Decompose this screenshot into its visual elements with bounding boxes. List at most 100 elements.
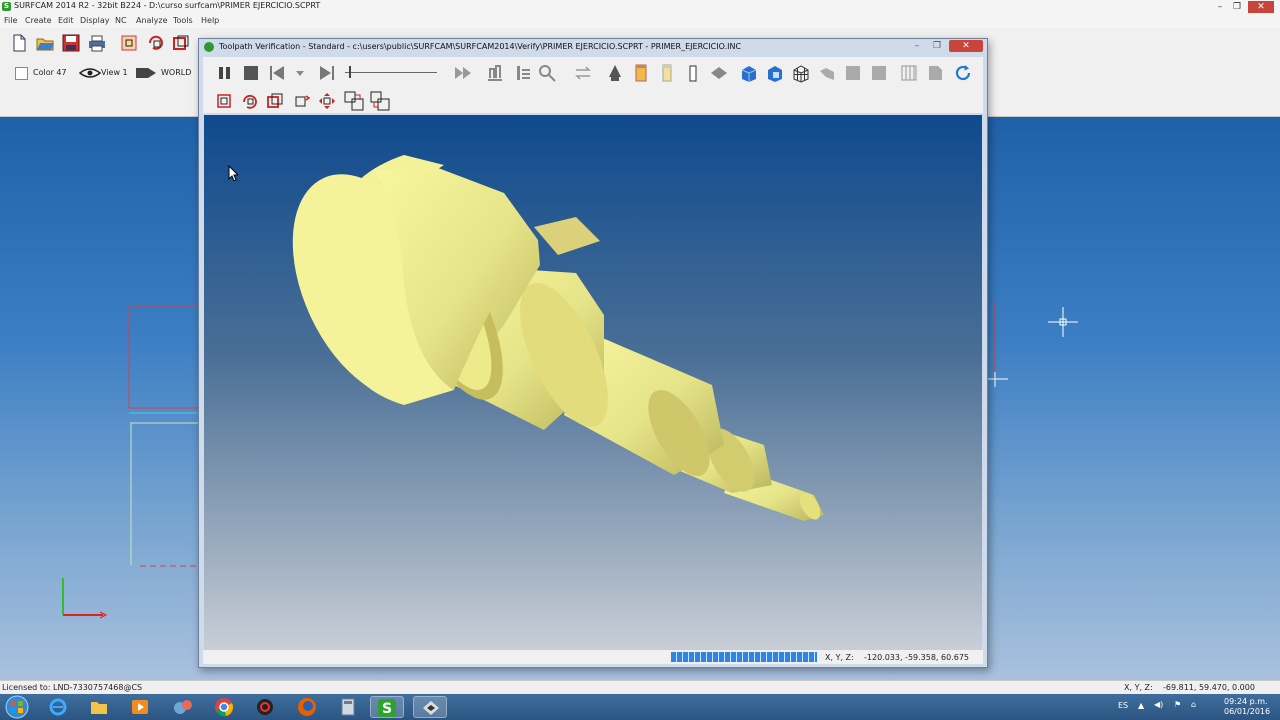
firefox-icon[interactable]	[297, 697, 317, 717]
app-title: SURFCAM 2014 R2 - 32bit B224 - D:\curso …	[14, 1, 321, 10]
rewind-icon[interactable]	[267, 63, 287, 83]
network-tray-icon[interactable]: ⌂	[1191, 700, 1196, 709]
save-icon[interactable]	[61, 33, 81, 53]
flag-icon[interactable]: ⚑	[1174, 700, 1181, 709]
surfcam-taskbar-button[interactable]: S	[370, 696, 404, 718]
section-cube-icon[interactable]	[765, 63, 785, 83]
network-icon[interactable]	[172, 697, 194, 717]
verification-toolbar	[203, 57, 983, 113]
flip-cube-icon[interactable]	[817, 63, 837, 83]
menu-file[interactable]: File	[4, 16, 17, 25]
color-label[interactable]: Color 47	[33, 68, 67, 77]
rotate-icon[interactable]	[241, 92, 259, 110]
view-eye-icon[interactable]	[79, 66, 101, 80]
file-explorer-icon[interactable]	[89, 697, 109, 717]
taskbar: S ES ▲ ◀) ⚑ ⌂ 09:24 p.m. 06/01/2016	[0, 694, 1280, 720]
fit-view-icon[interactable]	[215, 92, 233, 110]
chrome-icon[interactable]	[214, 697, 234, 717]
app-logo: S	[2, 2, 11, 11]
tool-cone-icon[interactable]	[605, 63, 625, 83]
crosshair-cursor-icon	[1048, 307, 1078, 337]
stop-icon[interactable]	[241, 63, 261, 83]
calculator-icon[interactable]	[338, 697, 358, 717]
fixture-icon[interactable]	[657, 63, 677, 83]
dropdown-arrow-icon[interactable]	[296, 69, 304, 77]
volume-icon[interactable]: ◀)	[1154, 700, 1163, 709]
zoom-in-icon[interactable]	[343, 90, 365, 112]
menubar: File Create Edit Display NC Analyze Tool…	[0, 14, 1280, 28]
restore-button[interactable]: ❐	[1229, 1, 1245, 13]
dialog-xyz-label: X, Y, Z:	[825, 653, 854, 662]
verify-icon	[423, 701, 439, 715]
clock-time[interactable]: 09:24 p.m.	[1224, 697, 1268, 706]
app-statusbar: Licensed to: LND-7330757468@CS X, Y, Z: …	[0, 680, 1280, 695]
verify-taskbar-button[interactable]	[413, 696, 447, 718]
xyz-value: -69.811, 59.470, 0.000	[1163, 683, 1255, 692]
verification-progress-bar	[671, 652, 817, 662]
close-button[interactable]: ✕	[1248, 1, 1274, 13]
dialog-xyz-value: -120.033, -59.358, 60.675	[864, 653, 970, 662]
svg-text:S: S	[382, 701, 392, 717]
show-holder-icon[interactable]	[869, 63, 889, 83]
magnify-icon[interactable]	[537, 63, 557, 83]
world-label[interactable]: WORLD	[161, 68, 191, 77]
zoom-window-icon[interactable]	[266, 92, 284, 110]
dialog-close-button[interactable]: ✕	[949, 40, 983, 52]
view-label[interactable]: View 1	[101, 68, 128, 77]
pause-icon[interactable]	[215, 63, 235, 83]
menu-nc[interactable]: NC	[115, 16, 127, 25]
surfcam-icon: S	[378, 699, 396, 717]
rotate-view-icon[interactable]	[146, 33, 166, 53]
start-button-icon[interactable]	[5, 695, 29, 719]
machined-part	[292, 155, 824, 521]
shaded-cube-icon[interactable]	[739, 63, 759, 83]
menu-display[interactable]: Display	[80, 16, 110, 25]
hide-stock-icon[interactable]	[843, 63, 863, 83]
menu-analyze[interactable]: Analyze	[136, 16, 168, 25]
settings-gear-icon[interactable]	[255, 697, 275, 717]
speed-slider-track[interactable]	[345, 72, 437, 73]
report-icon[interactable]	[513, 63, 533, 83]
part-outline-icon[interactable]	[683, 63, 703, 83]
app-titlebar: S SURFCAM 2014 R2 - 32bit B224 - D:\curs…	[0, 0, 1280, 15]
language-indicator[interactable]: ES	[1118, 701, 1128, 710]
menu-help[interactable]: Help	[201, 16, 219, 25]
menu-edit[interactable]: Edit	[58, 16, 74, 25]
dialog-app-icon	[204, 42, 214, 52]
pan-icon[interactable]	[318, 92, 336, 110]
dialog-maximize-button[interactable]: ❐	[929, 40, 945, 52]
swap-icon[interactable]	[573, 63, 593, 83]
toolpath-step-icon[interactable]	[485, 63, 505, 83]
open-folder-icon[interactable]	[35, 33, 55, 53]
surface-icon[interactable]	[709, 63, 729, 83]
step-forward-icon[interactable]	[317, 63, 337, 83]
stock-icon[interactable]	[631, 63, 651, 83]
menu-tools[interactable]: Tools	[173, 16, 193, 25]
dialog-title: Toolpath Verification - Standard - c:\us…	[219, 42, 742, 51]
media-player-icon[interactable]	[130, 697, 150, 717]
dialog-statusbar: X, Y, Z: -120.033, -59.358, 60.675	[203, 650, 983, 664]
menu-create[interactable]: Create	[25, 16, 52, 25]
copy-icon[interactable]	[925, 63, 945, 83]
speed-slider-thumb[interactable]	[349, 66, 351, 78]
minimize-button[interactable]: –	[1212, 1, 1228, 13]
new-file-icon[interactable]	[9, 33, 29, 53]
construction-plane-icon[interactable]	[134, 64, 158, 82]
zoom-out-icon[interactable]	[369, 90, 391, 112]
zoom-box-icon[interactable]	[119, 33, 139, 53]
view-cube-icon[interactable]	[171, 33, 191, 53]
color-swatch[interactable]	[15, 67, 28, 80]
fast-forward-icon[interactable]	[453, 63, 473, 83]
wireframe-cube-icon[interactable]	[791, 63, 811, 83]
grid-icon[interactable]	[899, 63, 919, 83]
xyz-label: X, Y, Z:	[1124, 683, 1153, 692]
dialog-minimize-button[interactable]: –	[909, 40, 925, 52]
clock-date[interactable]: 06/01/2016	[1224, 707, 1270, 716]
zoom-dynamic-icon[interactable]	[293, 92, 311, 110]
internet-explorer-icon[interactable]	[48, 697, 68, 717]
refresh-icon[interactable]	[953, 63, 973, 83]
axis-triad-icon	[62, 578, 108, 619]
verification-viewport[interactable]	[204, 115, 982, 650]
tray-arrow-icon[interactable]: ▲	[1138, 701, 1144, 710]
print-icon[interactable]	[87, 33, 107, 53]
